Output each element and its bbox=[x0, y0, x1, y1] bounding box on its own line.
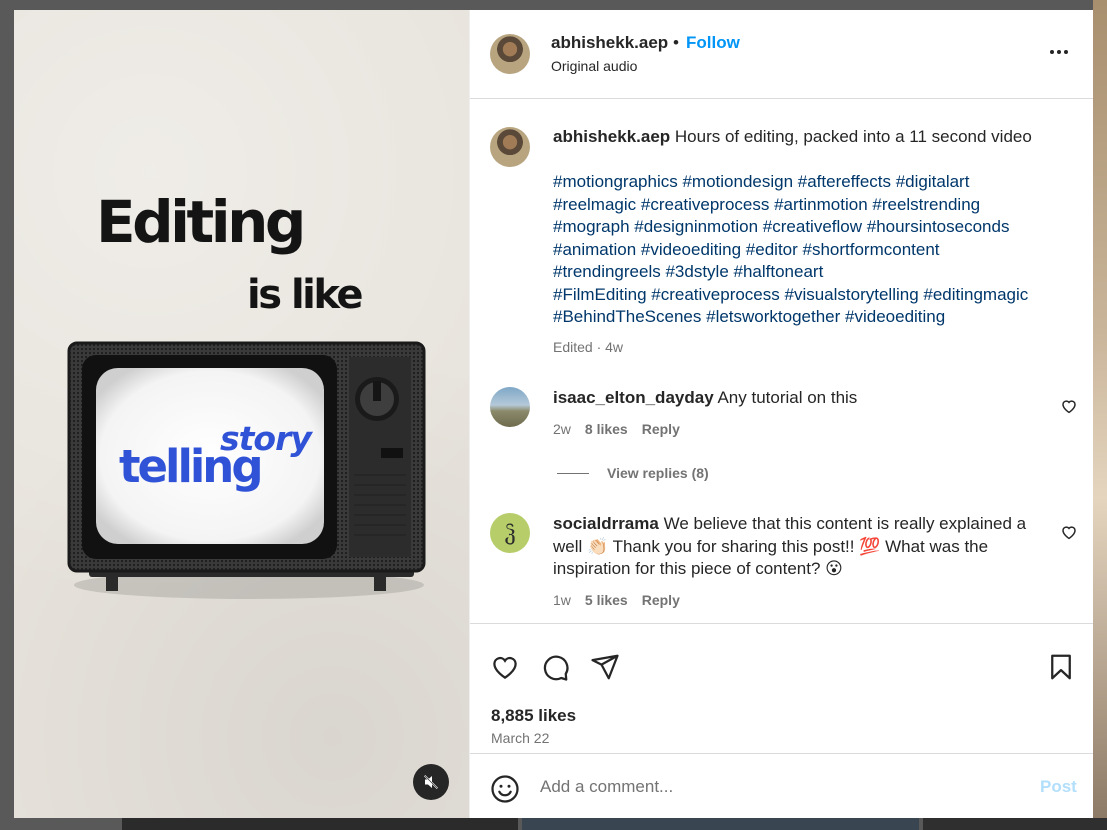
hashtag-line[interactable]: #BehindTheScenes #letsworktogether #vide… bbox=[553, 306, 1058, 329]
hashtag-line[interactable]: #animation #videoediting #editor #shortf… bbox=[553, 239, 1058, 262]
comment-reply-button[interactable]: Reply bbox=[642, 592, 680, 608]
likes-count[interactable]: 8,885 likes bbox=[491, 706, 576, 726]
view-replies-label: View replies (8) bbox=[607, 465, 709, 481]
commenter-avatar[interactable] bbox=[490, 387, 530, 427]
more-dots-icon bbox=[1057, 50, 1061, 54]
post-modal: Editing is like story telling abhishekk.… bbox=[14, 10, 1093, 818]
comment-username[interactable]: socialdrrama bbox=[553, 514, 659, 533]
hashtag-line[interactable]: #reelmagic #creativeprocess #artinmotion… bbox=[553, 194, 1058, 217]
comment-reply-button[interactable]: Reply bbox=[642, 421, 680, 437]
add-comment-bar: Post bbox=[470, 753, 1093, 818]
author-username[interactable]: abhishekk.aep bbox=[551, 33, 668, 53]
comments-section[interactable]: abhishekk.aep Hours of editing, packed i… bbox=[470, 99, 1093, 624]
post-media[interactable]: Editing is like story telling bbox=[14, 10, 469, 818]
caption-body: Hours of editing, packed into a 11 secon… bbox=[674, 127, 1032, 146]
hashtag-line[interactable]: #FilmEditing #creativeprocess #visualsto… bbox=[553, 284, 1058, 307]
save-bookmark-icon[interactable] bbox=[1046, 652, 1076, 682]
media-headline-line1: Editing bbox=[96, 188, 306, 256]
caption-text: abhishekk.aep Hours of editing, packed i… bbox=[553, 126, 1058, 149]
comment-text: isaac_elton_dayday Any tutorial on this bbox=[553, 387, 1043, 410]
hashtag-line[interactable]: #mograph #designinmotion #creativeflow #… bbox=[553, 216, 1058, 239]
comment-input[interactable] bbox=[540, 772, 1010, 802]
follow-button[interactable]: Follow bbox=[686, 33, 740, 53]
more-dots-icon bbox=[1064, 50, 1068, 54]
comment-like-heart-icon[interactable] bbox=[1060, 397, 1078, 415]
original-audio-link[interactable]: Original audio bbox=[551, 58, 637, 74]
comment-likes[interactable]: 5 likes bbox=[585, 592, 628, 608]
like-heart-icon[interactable] bbox=[490, 652, 520, 682]
comment-meta: 2w 8 likes Reply bbox=[553, 421, 680, 437]
hashtag-line[interactable]: #motiongraphics #motiondesign #aftereffe… bbox=[553, 171, 1058, 194]
caption-meta: Edited · 4w bbox=[553, 339, 624, 355]
separator-dot: • bbox=[673, 33, 679, 52]
post-date[interactable]: March 22 bbox=[491, 730, 549, 746]
comment-likes[interactable]: 8 likes bbox=[585, 421, 628, 437]
avatar-letter: ჴ bbox=[504, 521, 516, 545]
comment-like-heart-icon[interactable] bbox=[1060, 523, 1078, 541]
more-options-button[interactable] bbox=[1047, 40, 1071, 64]
comment-text: socialdrrama We believe that this conten… bbox=[553, 513, 1043, 581]
emoji-picker-icon[interactable] bbox=[490, 774, 520, 804]
caption-author-avatar[interactable] bbox=[490, 127, 530, 167]
comment-age: 1w bbox=[553, 592, 571, 608]
comment-username[interactable]: isaac_elton_dayday bbox=[553, 388, 714, 407]
comment-bubble-icon[interactable] bbox=[540, 652, 570, 682]
background-post-preview bbox=[122, 818, 518, 830]
post-actions-bar: 8,885 likes March 22 bbox=[470, 623, 1093, 753]
post-details-panel: abhishekk.aep • Follow Original audio ab… bbox=[469, 10, 1093, 818]
caption-hashtags: #motiongraphics #motiondesign #aftereffe… bbox=[553, 171, 1058, 329]
view-replies-button[interactable]: View replies (8) bbox=[557, 465, 709, 481]
commenter-avatar[interactable]: ჴ bbox=[490, 513, 530, 553]
tv-illustration: story telling bbox=[67, 341, 426, 599]
post-comment-button[interactable]: Post bbox=[1040, 777, 1077, 797]
author-avatar[interactable] bbox=[490, 34, 530, 74]
background-post-preview bbox=[923, 818, 1107, 830]
post-header: abhishekk.aep • Follow Original audio bbox=[470, 10, 1093, 99]
reply-divider-line bbox=[557, 472, 589, 474]
screen-word-telling: telling bbox=[119, 440, 261, 493]
background-post-preview bbox=[522, 818, 919, 830]
speaker-muted-icon bbox=[423, 774, 439, 790]
caption-username[interactable]: abhishekk.aep bbox=[553, 127, 670, 146]
share-paper-plane-icon[interactable] bbox=[590, 652, 620, 682]
background-post-preview-right bbox=[1093, 0, 1107, 830]
comment-meta: 1w 5 likes Reply bbox=[553, 592, 680, 608]
more-dots-icon bbox=[1050, 50, 1054, 54]
hashtag-line[interactable]: #trendingreels #3dstyle #halftoneart bbox=[553, 261, 1058, 284]
mute-toggle-button[interactable] bbox=[413, 764, 449, 800]
media-headline-line2: is like bbox=[247, 272, 364, 318]
comment-body: Any tutorial on this bbox=[717, 388, 858, 407]
comment-age: 2w bbox=[553, 421, 571, 437]
